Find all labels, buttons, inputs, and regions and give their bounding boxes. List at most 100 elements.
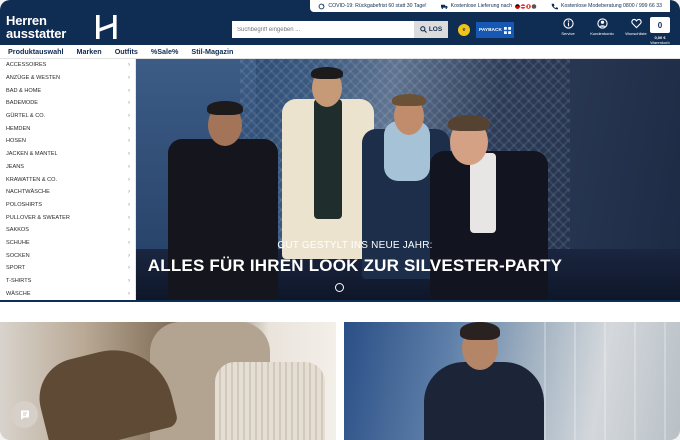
sidebar-item-label: HOSEN [6, 138, 26, 145]
sidebar-item-label: ACCESSOIRES [6, 62, 47, 69]
main-nav: Produktauswahl Marken Outfits %Sale% Sti… [0, 45, 680, 59]
logo-h-icon[interactable] [96, 14, 118, 40]
chevron-right-icon: › [128, 189, 130, 196]
search-button-label: LOS [428, 26, 443, 33]
sidebar-item[interactable]: PULLOVER & SWEATER › [0, 211, 135, 224]
sidebar-item[interactable]: POLOSHIRTS › [0, 199, 135, 212]
sidebar-item-label: GÜRTEL & CO. [6, 113, 46, 120]
search-bar: LOS [232, 21, 448, 38]
page: COVID-19: Rückgabefrist 60 statt 30 Tage… [0, 0, 680, 440]
chevron-right-icon: › [128, 62, 130, 69]
shipping-notice-text: Kostenlose Lieferung nach [450, 3, 513, 9]
site-header: Herren ausstatter LOS e PAYBACK Service [0, 12, 680, 45]
chevron-right-icon: › [128, 290, 130, 297]
sidebar-item[interactable]: SCHUHE › [0, 237, 135, 250]
chevron-right-icon: › [128, 100, 130, 107]
section-divider [0, 300, 680, 302]
user-icon [596, 18, 608, 29]
sidebar-item-label: SPORT [6, 265, 26, 272]
chevron-right-icon: › [128, 239, 130, 246]
service-label: Service [561, 31, 575, 36]
covid-notice[interactable]: COVID-19: Rückgabefrist 60 statt 30 Tage… [318, 3, 427, 10]
trusted-shops-badge-icon[interactable]: e [458, 24, 470, 36]
chevron-right-icon: › [128, 151, 130, 158]
sidebar-item[interactable]: JACKEN & MANTEL › [0, 148, 135, 161]
sidebar-item[interactable]: GÜRTEL & CO. › [0, 110, 135, 123]
sidebar-item[interactable]: ANZÜGE & WESTEN › [0, 72, 135, 85]
service-link[interactable]: Service [556, 18, 580, 36]
cart-button[interactable]: 0 0,00 € Warenkorb [648, 17, 672, 45]
chevron-right-icon: › [128, 278, 130, 285]
chevron-right-icon: › [128, 214, 130, 221]
search-button[interactable]: LOS [414, 21, 448, 38]
nav-style-magazine[interactable]: Stil-Magazin [191, 47, 233, 56]
sidebar-item-label: KRAWATTEN & CO. [6, 176, 58, 183]
logo[interactable]: Herren ausstatter [6, 14, 66, 40]
sidebar-item[interactable]: T-SHIRTS › [0, 275, 135, 288]
category-sidebar: ACCESSOIRES › ANZÜGE & WESTEN › BAD & HOME › B… [0, 59, 136, 300]
info-bar: COVID-19: Rückgabefrist 60 statt 30 Tage… [0, 0, 680, 12]
chevron-right-icon: › [128, 113, 130, 120]
sidebar-item-label: SCHUHE [6, 239, 30, 246]
sidebar-item[interactable]: BAD & HOME › [0, 84, 135, 97]
sidebar-item-label: BAD & HOME [6, 87, 42, 94]
sidebar-item[interactable]: WÄSCHE › [0, 287, 135, 300]
sidebar-item-label: SAKKOS [6, 227, 30, 234]
refresh-icon [318, 3, 325, 9]
wishlist-label: Wunschliste [625, 31, 647, 36]
sidebar-item[interactable]: ACCESSOIRES › [0, 59, 135, 72]
payback-label: PAYBACK [479, 27, 502, 33]
sidebar-item[interactable]: SAKKOS › [0, 224, 135, 237]
chevron-right-icon: › [128, 252, 130, 259]
sidebar-item[interactable]: BADEMODE › [0, 97, 135, 110]
sidebar-item-label: SOCKEN [6, 252, 30, 259]
chat-button[interactable] [11, 401, 38, 428]
sidebar-item-label: JEANS [6, 163, 25, 170]
nav-brands[interactable]: Marken [77, 47, 102, 56]
payback-dots-icon [503, 26, 511, 34]
sidebar-item-label: POLOSHIRTS [6, 201, 42, 208]
header-icons: Service Kundenkonto Wunschliste [556, 18, 648, 36]
nav-outfits[interactable]: Outfits [115, 47, 138, 56]
sidebar-item[interactable]: SOCKEN › [0, 249, 135, 262]
chevron-right-icon: › [128, 163, 130, 170]
payback-badge[interactable]: PAYBACK [476, 22, 514, 38]
sidebar-item[interactable]: KRAWATTEN & CO. › [0, 173, 135, 186]
sidebar-item-label: JACKEN & MANTEL [6, 151, 58, 158]
sidebar-item[interactable]: HEMDEN › [0, 122, 135, 135]
wishlist-link[interactable]: Wunschliste [624, 18, 648, 36]
promo-tile-accessories[interactable] [0, 322, 336, 440]
chevron-right-icon: › [128, 87, 130, 94]
knit-shape [215, 362, 325, 440]
chevron-right-icon: › [128, 265, 130, 272]
chat-icon [20, 410, 29, 420]
sidebar-item[interactable]: NACHTWÄSCHE › [0, 186, 135, 199]
carousel-dot[interactable] [335, 283, 344, 292]
truck-icon [440, 4, 448, 9]
sidebar-item-label: T-SHIRTS [6, 278, 32, 285]
chevron-right-icon: › [128, 125, 130, 132]
logo-line-2: ausstatter [6, 26, 67, 41]
cart-count: 0 [650, 17, 670, 33]
sidebar-item[interactable]: HOSEN › [0, 135, 135, 148]
sidebar-item[interactable]: JEANS › [0, 161, 135, 174]
covid-notice-text: COVID-19: Rückgabefrist 60 statt 30 Tage… [328, 3, 427, 9]
sidebar-item-label: WÄSCHE [6, 290, 31, 297]
info-icon [562, 18, 574, 29]
promo-tile-model[interactable] [344, 322, 680, 440]
hotline-notice[interactable]: Kostenlose Modeberatung 0800 / 999 66 33 [551, 3, 662, 10]
account-link[interactable]: Kundenkonto [590, 18, 614, 36]
search-input[interactable] [232, 21, 414, 38]
chevron-right-icon: › [128, 138, 130, 145]
sidebar-item-label: BADEMODE [6, 100, 39, 107]
chevron-right-icon: › [128, 176, 130, 183]
sidebar-item[interactable]: SPORT › [0, 262, 135, 275]
nav-product-selection[interactable]: Produktauswahl [8, 47, 64, 56]
country-flags-icon [515, 3, 537, 9]
phone-icon [551, 3, 559, 9]
heart-icon [630, 18, 642, 29]
nav-sale[interactable]: %Sale% [151, 47, 179, 56]
model-hair-shape [460, 322, 500, 340]
shipping-notice[interactable]: Kostenlose Lieferung nach [440, 3, 537, 10]
window-shape [544, 322, 680, 440]
